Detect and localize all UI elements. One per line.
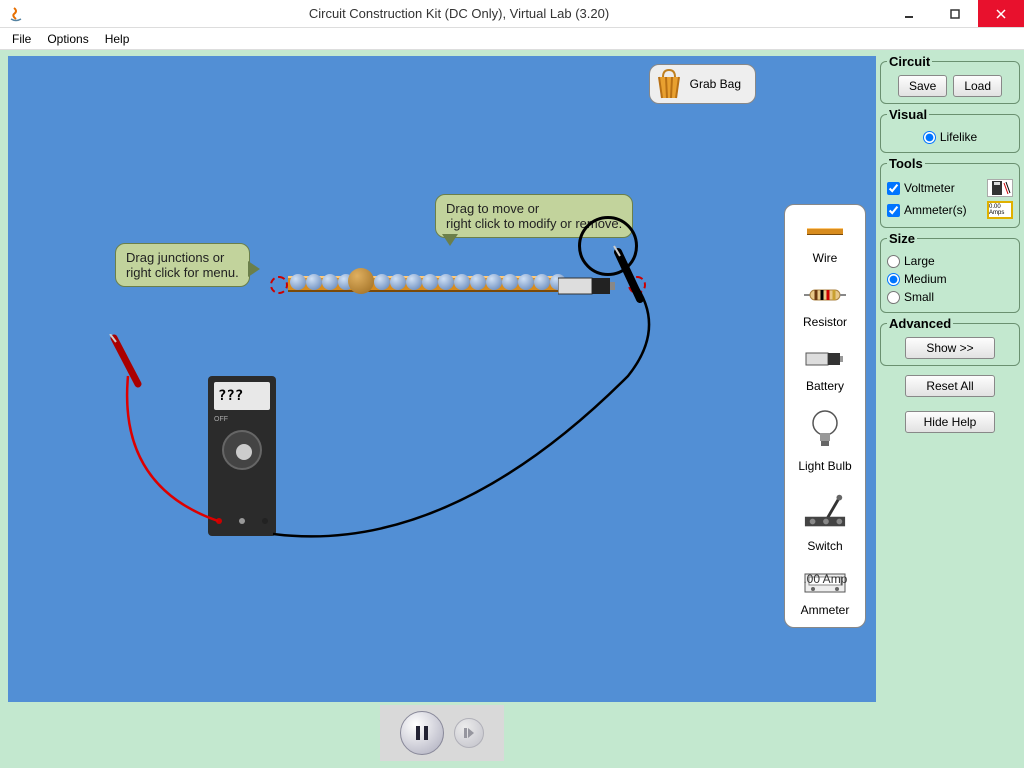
window-close-button[interactable] [978,0,1024,27]
voltmeter-brand-label: OFF [214,416,228,423]
lightbulb-icon [803,407,847,455]
grab-bag-label: Grab Bag [690,77,741,91]
size-medium-radio[interactable]: Medium [887,270,1013,288]
visual-legend: Visual [887,107,929,122]
control-sidebar: Circuit Save Load Visual Lifelike Tools … [880,50,1024,768]
size-small-radio[interactable]: Small [887,288,1013,306]
size-panel: Size Large Medium Small [880,231,1020,313]
circuit-panel: Circuit Save Load [880,54,1020,104]
step-button[interactable] [454,718,484,748]
battery-icon [803,343,847,375]
lifelike-label: Lifelike [940,130,977,144]
grab-bag-button[interactable]: Grab Bag [649,64,756,104]
circuit-canvas[interactable]: Grab Bag Wire Resistor Battery [8,56,876,702]
black-lead-wire [268,276,688,556]
menubar: File Options Help [0,28,1024,50]
advanced-legend: Advanced [887,316,953,331]
voltmeter-label: Voltmeter [904,181,955,195]
palette-switch-label: Switch [807,539,842,553]
palette-wire-label: Wire [813,251,838,265]
show-advanced-button[interactable]: Show >> [905,337,995,359]
switch-icon [803,487,847,535]
palette-resistor[interactable]: Resistor [803,279,847,329]
lifelike-radio-input[interactable] [923,131,936,144]
palette-battery-label: Battery [806,379,844,393]
ammeter-checkbox-row[interactable]: Ammeter(s) 0.00 Amps [887,199,1013,221]
resistor-icon [803,279,847,311]
voltmeter-mini-icon [987,179,1013,197]
tools-legend: Tools [887,156,925,171]
voltmeter-checkbox[interactable] [887,182,900,195]
svg-text:0.00 Amps: 0.00 Amps [803,572,847,586]
ammeter-label: Ammeter(s) [904,203,967,217]
save-button[interactable]: Save [898,75,947,97]
palette-lightbulb-label: Light Bulb [798,459,851,473]
black-probe[interactable] [610,244,660,314]
ammeter-mini-icon: 0.00 Amps [987,201,1013,219]
window-maximize-button[interactable] [932,0,978,27]
window-titlebar: Circuit Construction Kit (DC Only), Virt… [0,0,1024,28]
arrow-icon [442,234,458,246]
palette-switch[interactable]: Switch [803,487,847,553]
circuit-legend: Circuit [887,54,932,69]
ammeter-checkbox[interactable] [887,204,900,217]
arrow-icon [248,261,260,277]
bag-icon [656,69,682,99]
menu-help[interactable]: Help [97,30,138,48]
advanced-panel: Advanced Show >> [880,316,1020,366]
menu-file[interactable]: File [4,30,39,48]
ammeter-icon: 0.00 Amps [803,567,847,599]
voltmeter-dial[interactable] [222,430,262,470]
palette-lightbulb[interactable]: Light Bulb [798,407,851,473]
hide-help-button[interactable]: Hide Help [905,411,995,433]
palette-battery[interactable]: Battery [803,343,847,393]
tools-panel: Tools Voltmeter Ammeter(s) 0.00 Amps [880,156,1020,228]
voltmeter-instrument[interactable]: ??? OFF [208,376,276,536]
voltmeter-display: ??? [214,382,270,410]
pause-button[interactable] [400,711,444,755]
playback-controls [8,702,876,764]
circuit-wire-component[interactable] [278,266,638,306]
junction-left[interactable] [270,276,288,294]
component-palette: Wire Resistor Battery Light Bulb Switch [784,204,866,628]
java-app-icon [6,4,26,24]
palette-ammeter-label: Ammeter [801,603,850,617]
visual-panel: Visual Lifelike [880,107,1020,153]
load-button[interactable]: Load [953,75,1002,97]
window-title: Circuit Construction Kit (DC Only), Virt… [32,6,886,21]
menu-options[interactable]: Options [39,30,96,48]
wire-icon [803,215,847,247]
palette-wire[interactable]: Wire [803,215,847,265]
lifelike-radio[interactable]: Lifelike [887,128,1013,146]
help-junction-tooltip: Drag junctions or right click for menu. [115,243,250,287]
size-legend: Size [887,231,917,246]
palette-resistor-label: Resistor [803,315,847,329]
window-minimize-button[interactable] [886,0,932,27]
palette-ammeter[interactable]: 0.00 Amps Ammeter [801,567,850,617]
red-probe[interactable] [108,334,148,394]
reset-all-button[interactable]: Reset All [905,375,995,397]
voltmeter-checkbox-row[interactable]: Voltmeter [887,177,1013,199]
size-large-radio[interactable]: Large [887,252,1013,270]
